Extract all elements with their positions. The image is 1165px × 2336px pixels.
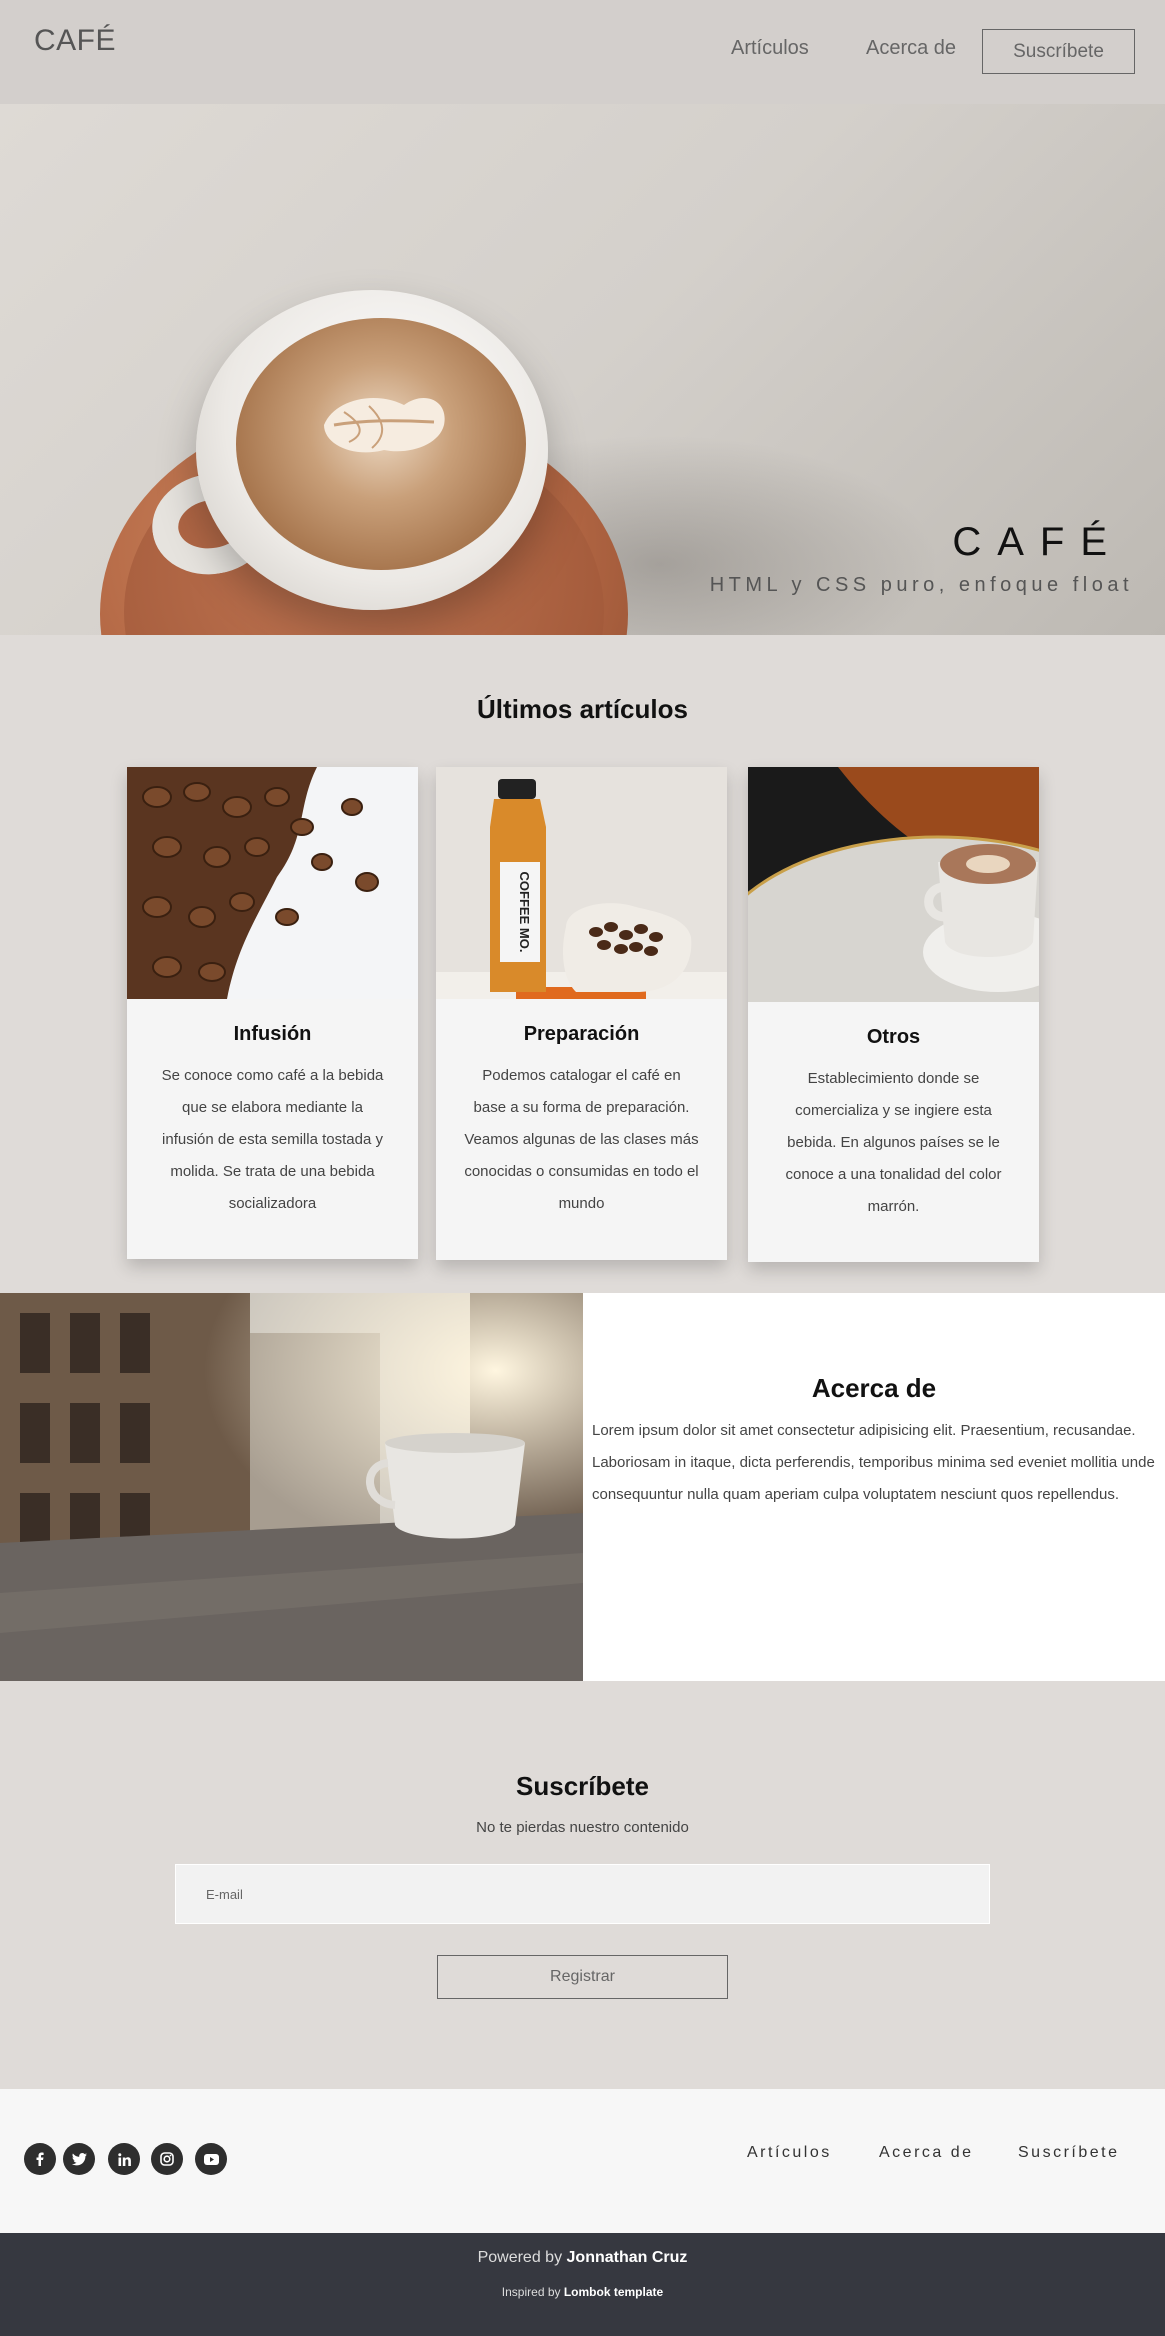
street-cup-image (0, 1293, 583, 1681)
card-title: Infusión (233, 1023, 312, 1045)
hero-subtitle: HTML y CSS puro, enfoque float (709, 574, 1133, 596)
card-title: Otros (866, 1026, 921, 1048)
card-text: Establecimiento donde se comercializa y … (785, 1070, 1002, 1215)
footer-articles-link[interactable]: Artículos (747, 2144, 832, 2162)
hero-title: CAFÉ (952, 520, 1123, 564)
article-card-otros[interactable]: Otros Establecimiento donde se comercial… (748, 767, 1039, 1262)
hero-banner: CAFÉ HTML y CSS puro, enfoque float (0, 104, 1165, 635)
coffee-bottle-image: COFFEE MO. (436, 767, 727, 999)
footer-subscribe-link[interactable]: Suscríbete (1018, 2144, 1119, 2162)
email-input[interactable] (175, 1864, 990, 1924)
subscribe-text: No te pierdas nuestro contenido (476, 1819, 689, 1836)
site-footer: Artículos Acerca de Suscríbete (0, 2089, 1165, 2233)
site-logo[interactable]: CAFÉ (34, 24, 116, 58)
article-card-preparacion[interactable]: COFFEE MO. Preparación Podemos catalogar… (436, 767, 727, 1260)
nav-articles-link[interactable]: Artículos (731, 37, 809, 60)
footer-about-link[interactable]: Acerca de (879, 2144, 974, 2162)
nav-subscribe-button[interactable]: Suscríbete (982, 29, 1135, 74)
facebook-icon[interactable] (24, 2143, 56, 2175)
instagram-icon[interactable] (151, 2143, 183, 2175)
latte-art (324, 397, 445, 453)
powered-prefix: Powered by (477, 2249, 563, 2266)
site-header: CAFÉ Artículos Acerca de Suscríbete (0, 0, 1165, 104)
article-card-infusion[interactable]: Infusión Se conoce como café a la bebida… (127, 767, 418, 1259)
cafe-table-image (748, 767, 1039, 1002)
twitter-icon[interactable] (63, 2143, 95, 2175)
linkedin-icon[interactable] (108, 2143, 140, 2175)
articles-section-title: Últimos artículos (477, 694, 688, 724)
template-name[interactable]: Lombok template (564, 2285, 663, 2299)
bottle-label: COFFEE MO. (517, 872, 532, 953)
about-title: Acerca de (811, 1373, 937, 1403)
inspired-prefix: Inspired by (501, 2285, 561, 2299)
youtube-icon[interactable] (195, 2143, 227, 2175)
card-text: Se conoce como café a la bebida que se e… (161, 1067, 384, 1212)
register-button[interactable]: Registrar (437, 1955, 728, 1999)
nav-about-link[interactable]: Acerca de (866, 37, 956, 60)
credits-bar: Powered by Jonnathan Cruz Inspired by Lo… (0, 2233, 1165, 2336)
card-text: Podemos catalogar el café en base a su f… (464, 1067, 699, 1212)
subscribe-title: Suscríbete (516, 1771, 649, 1801)
powered-by: Powered by Jonnathan Cruz (0, 2249, 1165, 2267)
author-name[interactable]: Jonnathan Cruz (567, 2249, 688, 2266)
inspired-by: Inspired by Lombok template (0, 2285, 1165, 2299)
about-text: Lorem ipsum dolor sit amet consectetur a… (592, 1422, 1155, 1503)
card-title: Preparación (523, 1023, 640, 1045)
coffee-beans-image (127, 767, 418, 999)
about-section: Acerca de Lorem ipsum dolor sit amet con… (0, 1293, 1165, 1681)
